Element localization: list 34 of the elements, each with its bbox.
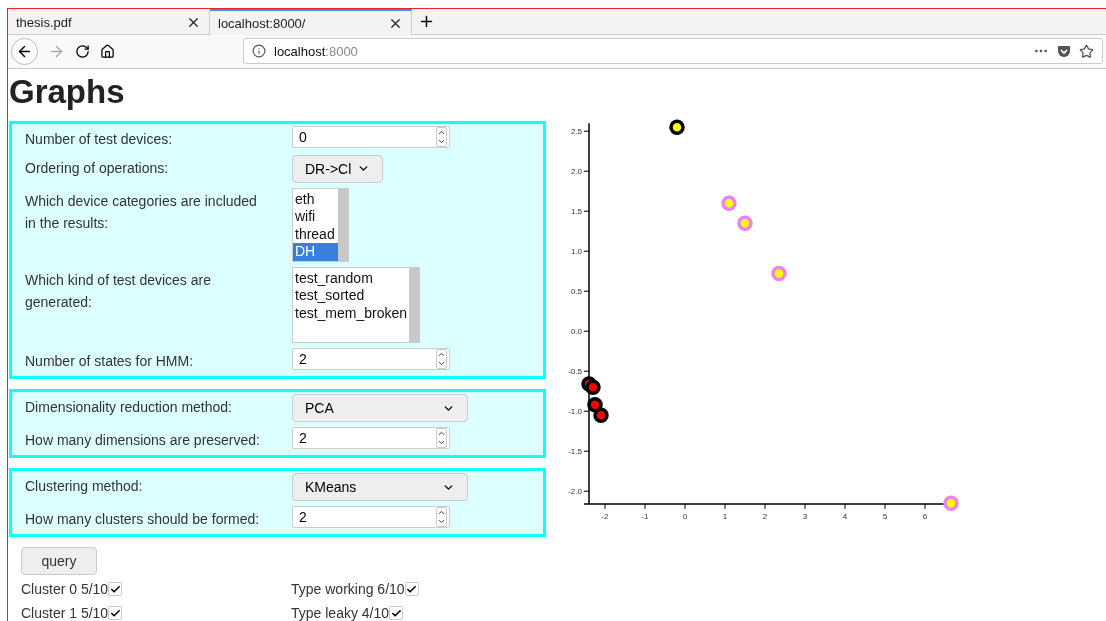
tick-label: 6 [922,511,928,521]
field-label: How many clusters should be formed: [25,510,261,529]
field-label: Clustering method: [25,477,144,496]
tick-label: 0 [682,511,688,521]
tick-label: -1.5 [568,446,582,456]
legend-label: Cluster 1 5/10 [21,605,109,621]
tick-label: 5 [882,511,888,521]
tick-label: 2.0 [570,166,582,176]
tick-label: -0.5 [568,366,582,376]
page-heading: Graphs [9,72,125,111]
tick-label: 1.0 [570,246,582,256]
tick-label: 0.5 [570,286,582,296]
legend-label: Cluster 0 5/10 [21,581,109,597]
field-label: Number of test devices: [25,129,174,149]
legend-label: Type working 6/10 [291,581,405,597]
tick-label: 1 [722,511,728,521]
tick-label: -1.0 [568,406,582,416]
tick-label: 1.5 [570,206,582,216]
field-label: Dimensionality reduction method: [25,398,233,417]
tick-label: -2 [601,511,609,521]
field-label: Number of states for HMM: [25,352,195,371]
field-label: Which device categories are included in the results: [25,191,258,233]
field-label: How many dimensions are preserved: [25,431,261,450]
tick-label: -2.0 [568,486,582,496]
legend-label: Type leaky 4/10 [291,605,390,621]
tick-label: -1 [641,511,649,521]
tick-label: 2.5 [570,126,582,136]
tick-label: 4 [842,511,848,521]
tick-label: 2 [762,511,768,521]
url-text: localhost:8000 [274,43,358,59]
field-label: Which kind of test devices are generated: [25,270,212,312]
tick-label: 0.0 [570,326,582,336]
field-label: Ordering of operations: [25,158,170,178]
tick-label: 3 [802,511,808,521]
